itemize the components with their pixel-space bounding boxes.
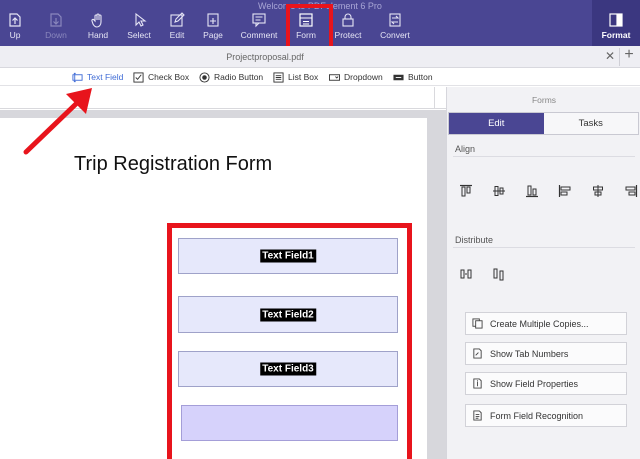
hand-label: Hand — [87, 30, 109, 40]
align-divider — [453, 156, 635, 157]
ruler-divider — [434, 87, 435, 109]
edit-button[interactable]: Edit — [164, 12, 190, 44]
arrow-up-icon — [9, 13, 21, 27]
convert-icon — [389, 13, 401, 27]
protect-label: Protect — [334, 30, 362, 40]
down-button[interactable]: Down — [40, 12, 72, 44]
field-properties-icon — [473, 378, 482, 389]
create-multiple-copies-button[interactable]: Create Multiple Copies... — [465, 312, 627, 335]
show-field-properties-label: Show Field Properties — [490, 378, 579, 389]
list-box-icon — [273, 71, 284, 83]
comment-button[interactable]: Comment — [238, 12, 280, 44]
align-center-icon[interactable] — [591, 184, 605, 198]
dropdown-tool[interactable]: Dropdown — [329, 70, 383, 84]
tab-tasks[interactable]: Tasks — [543, 113, 638, 134]
convert-label: Convert — [380, 30, 410, 40]
new-tab-icon[interactable]: + — [622, 46, 636, 64]
convert-button[interactable]: Convert — [378, 12, 412, 44]
distribute-vertical-icon[interactable] — [492, 267, 506, 281]
form-field-recognition-button[interactable]: Form Field Recognition — [465, 404, 627, 427]
close-tab-icon[interactable]: ✕ — [604, 49, 616, 63]
tab-divider — [619, 48, 620, 66]
page-icon — [207, 13, 219, 27]
align-icons — [459, 184, 640, 198]
fields-highlight — [167, 223, 412, 459]
align-heading: Align — [455, 144, 476, 154]
up-button[interactable]: Up — [2, 12, 28, 44]
red-arrow-annotation — [23, 88, 92, 155]
align-middle-icon[interactable] — [492, 184, 506, 198]
button-tool[interactable]: Button — [393, 70, 433, 84]
panel-title: Forms — [531, 95, 557, 105]
distribute-horizontal-icon[interactable] — [459, 267, 473, 281]
edit-label: Edit — [169, 30, 185, 40]
dropdown-icon — [329, 73, 340, 81]
show-tab-numbers-label: Show Tab Numbers — [490, 348, 569, 359]
hand-icon — [91, 13, 102, 28]
button-label: Button — [408, 72, 433, 82]
radio-button-label: Radio Button — [214, 72, 264, 82]
align-top-icon[interactable] — [459, 184, 473, 198]
list-box-label: List Box — [288, 72, 319, 82]
document-tab-bar: Projectproposal.pdf ✕ + — [0, 46, 640, 68]
radio-button-tool[interactable]: Radio Button — [199, 70, 263, 84]
arrow-down-icon — [50, 13, 62, 27]
align-bottom-icon[interactable] — [525, 184, 539, 198]
tab-numbers-icon — [473, 348, 482, 359]
dropdown-label: Dropdown — [344, 72, 383, 82]
comment-icon — [252, 13, 266, 28]
page-title: Trip Registration Form — [74, 153, 273, 175]
document-tab[interactable]: Projectproposal.pdf — [0, 52, 530, 62]
page-button[interactable]: Page — [200, 12, 226, 44]
form-field-recognition-label: Form Field Recognition — [490, 410, 584, 421]
show-field-properties-button[interactable]: Show Field Properties — [465, 372, 627, 395]
text-field-icon — [72, 72, 83, 82]
comment-label: Comment — [240, 30, 278, 40]
radio-button-icon — [199, 71, 210, 83]
distribute-divider — [453, 247, 635, 248]
format-label: Format — [601, 30, 631, 40]
text-field-tool[interactable]: Text Field — [72, 70, 123, 84]
align-left-icon[interactable] — [558, 184, 572, 198]
hand-button[interactable]: Hand — [84, 12, 112, 44]
distribute-icons — [459, 267, 525, 281]
up-label: Up — [9, 30, 21, 40]
align-right-icon[interactable] — [624, 184, 638, 198]
check-box-label: Check Box — [148, 72, 190, 82]
panel-tab-switcher: Edit Tasks — [448, 112, 639, 135]
format-icon — [609, 13, 623, 27]
select-button[interactable]: Select — [124, 12, 154, 44]
check-box-icon — [133, 71, 144, 83]
protect-button[interactable]: Protect — [332, 12, 364, 44]
format-button[interactable]: Format — [596, 12, 636, 44]
select-label: Select — [127, 30, 151, 40]
cursor-icon — [135, 12, 147, 27]
edit-icon — [170, 12, 185, 27]
list-box-tool[interactable]: List Box — [273, 70, 318, 84]
distribute-heading: Distribute — [455, 235, 494, 245]
page-label: Page — [203, 30, 223, 40]
lock-icon — [342, 13, 354, 27]
copies-icon — [472, 318, 483, 329]
button-icon — [393, 74, 404, 80]
forms-panel: Forms Edit Tasks Align Distribute Create… — [446, 87, 640, 459]
text-field-label: Text Field — [87, 72, 124, 82]
show-tab-numbers-button[interactable]: Show Tab Numbers — [465, 342, 627, 365]
field-recognition-icon — [473, 410, 482, 421]
check-box-tool[interactable]: Check Box — [133, 70, 189, 84]
tab-edit[interactable]: Edit — [449, 113, 544, 134]
down-label: Down — [45, 30, 67, 40]
create-multiple-copies-label: Create Multiple Copies... — [490, 318, 589, 329]
